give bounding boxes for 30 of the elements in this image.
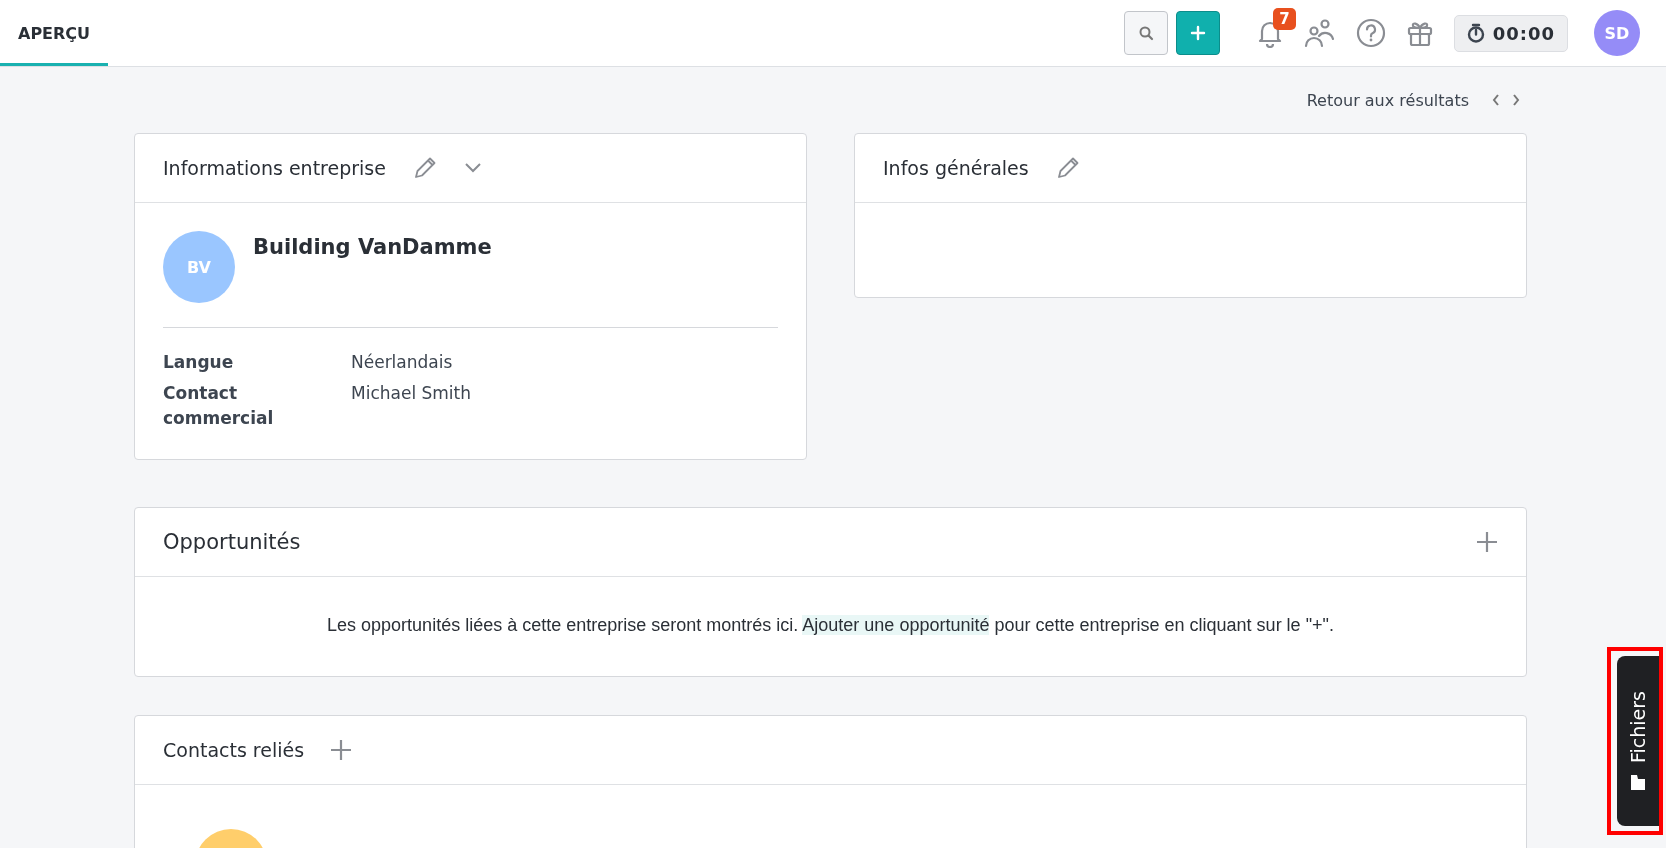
plus-icon <box>1189 25 1206 41</box>
previous-icon[interactable] <box>1491 93 1501 107</box>
empty-message: Les opportunités liées à cette entreprise seront montrés ici. Ajouter une opportunité pour cette entreprise en cliquant sur le "+". <box>326 614 1335 637</box>
notification-badge: 7 <box>1273 8 1296 30</box>
card-title: Informations entreprise <box>163 157 386 179</box>
stopwatch-icon <box>1466 23 1485 43</box>
company-avatar: BV <box>163 231 235 303</box>
add-icon[interactable] <box>330 739 353 761</box>
company-name: Building VanDamme <box>253 235 492 261</box>
field-value: Michael Smith <box>351 382 473 405</box>
field-label: Langue <box>163 351 235 374</box>
chevron-down-icon[interactable] <box>463 162 482 174</box>
overview-tab[interactable]: APERÇU <box>0 3 109 66</box>
search-button[interactable] <box>1123 11 1168 55</box>
card-title: Infos générales <box>883 157 1029 179</box>
add-button[interactable] <box>1175 11 1220 55</box>
timer-button[interactable]: 00:00 <box>1453 14 1568 52</box>
card-title: Contacts reliés <box>163 739 305 761</box>
back-to-results-link[interactable]: Retour aux résultats <box>1306 90 1469 110</box>
next-icon[interactable] <box>1511 93 1521 107</box>
add-icon[interactable] <box>1476 531 1498 553</box>
help-icon[interactable] <box>1355 18 1386 48</box>
card-title: Opportunités <box>163 530 301 554</box>
people-icon[interactable] <box>1303 18 1336 48</box>
files-tab[interactable]: Fichiers <box>1617 656 1659 826</box>
add-opportunity-link[interactable]: Ajouter une opportunité <box>802 615 990 635</box>
file-icon <box>1630 773 1646 791</box>
field-value: Néerlandais <box>351 351 454 374</box>
search-icon <box>1137 25 1154 41</box>
field-label: Contact commercial <box>163 382 273 430</box>
